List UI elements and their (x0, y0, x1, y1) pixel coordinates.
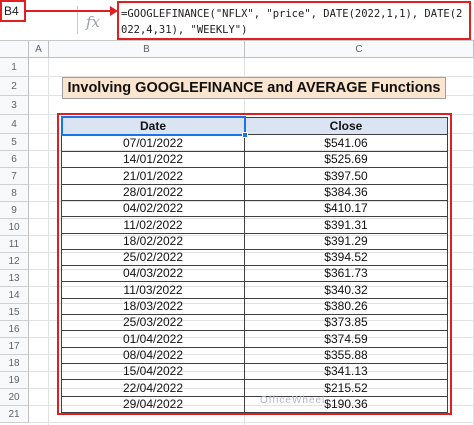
row-header-8[interactable]: 8 (0, 185, 29, 202)
row-header-6[interactable]: 6 (0, 151, 29, 168)
column-header-c[interactable]: C (245, 41, 474, 58)
row-header-9[interactable]: 9 (0, 202, 29, 219)
row-header-17[interactable]: 17 (0, 338, 29, 355)
sheet-title[interactable]: Involving GOOGLEFINANCE and AVERAGE Func… (62, 77, 446, 99)
row-header-3[interactable]: 3 (0, 96, 29, 115)
row-header-21[interactable]: 21 (0, 406, 29, 423)
watermark: OfficeWheel (260, 395, 326, 406)
row-header-19[interactable]: 19 (0, 372, 29, 389)
annotation-arrow-line (26, 10, 116, 12)
row-header-7[interactable]: 7 (0, 168, 29, 185)
row-header-15[interactable]: 15 (0, 304, 29, 321)
formula-input[interactable]: =GOOGLEFINANCE("NFLX", "price", DATE(202… (117, 1, 471, 40)
row-header-11[interactable]: 11 (0, 236, 29, 253)
column-header-a[interactable]: A (29, 41, 49, 58)
row-header-10[interactable]: 10 (0, 219, 29, 236)
select-all-corner[interactable] (0, 41, 29, 58)
row-header-1[interactable]: 1 (0, 58, 29, 77)
row-header-18[interactable]: 18 (0, 355, 29, 372)
fx-icon: fx (86, 13, 101, 31)
row-header-4[interactable]: 4 (0, 115, 29, 134)
row-header-5[interactable]: 5 (0, 134, 29, 151)
row-header-13[interactable]: 13 (0, 270, 29, 287)
column-header-b[interactable]: B (49, 41, 245, 58)
gridline (29, 422, 474, 423)
row-header-20[interactable]: 20 (0, 389, 29, 406)
table-highlight-outline (57, 113, 452, 415)
row-header-16[interactable]: 16 (0, 321, 29, 338)
name-box[interactable]: B4 (0, 0, 26, 22)
row-header-12[interactable]: 12 (0, 253, 29, 270)
row-header-14[interactable]: 14 (0, 287, 29, 304)
row-header-2[interactable]: 2 (0, 77, 29, 96)
